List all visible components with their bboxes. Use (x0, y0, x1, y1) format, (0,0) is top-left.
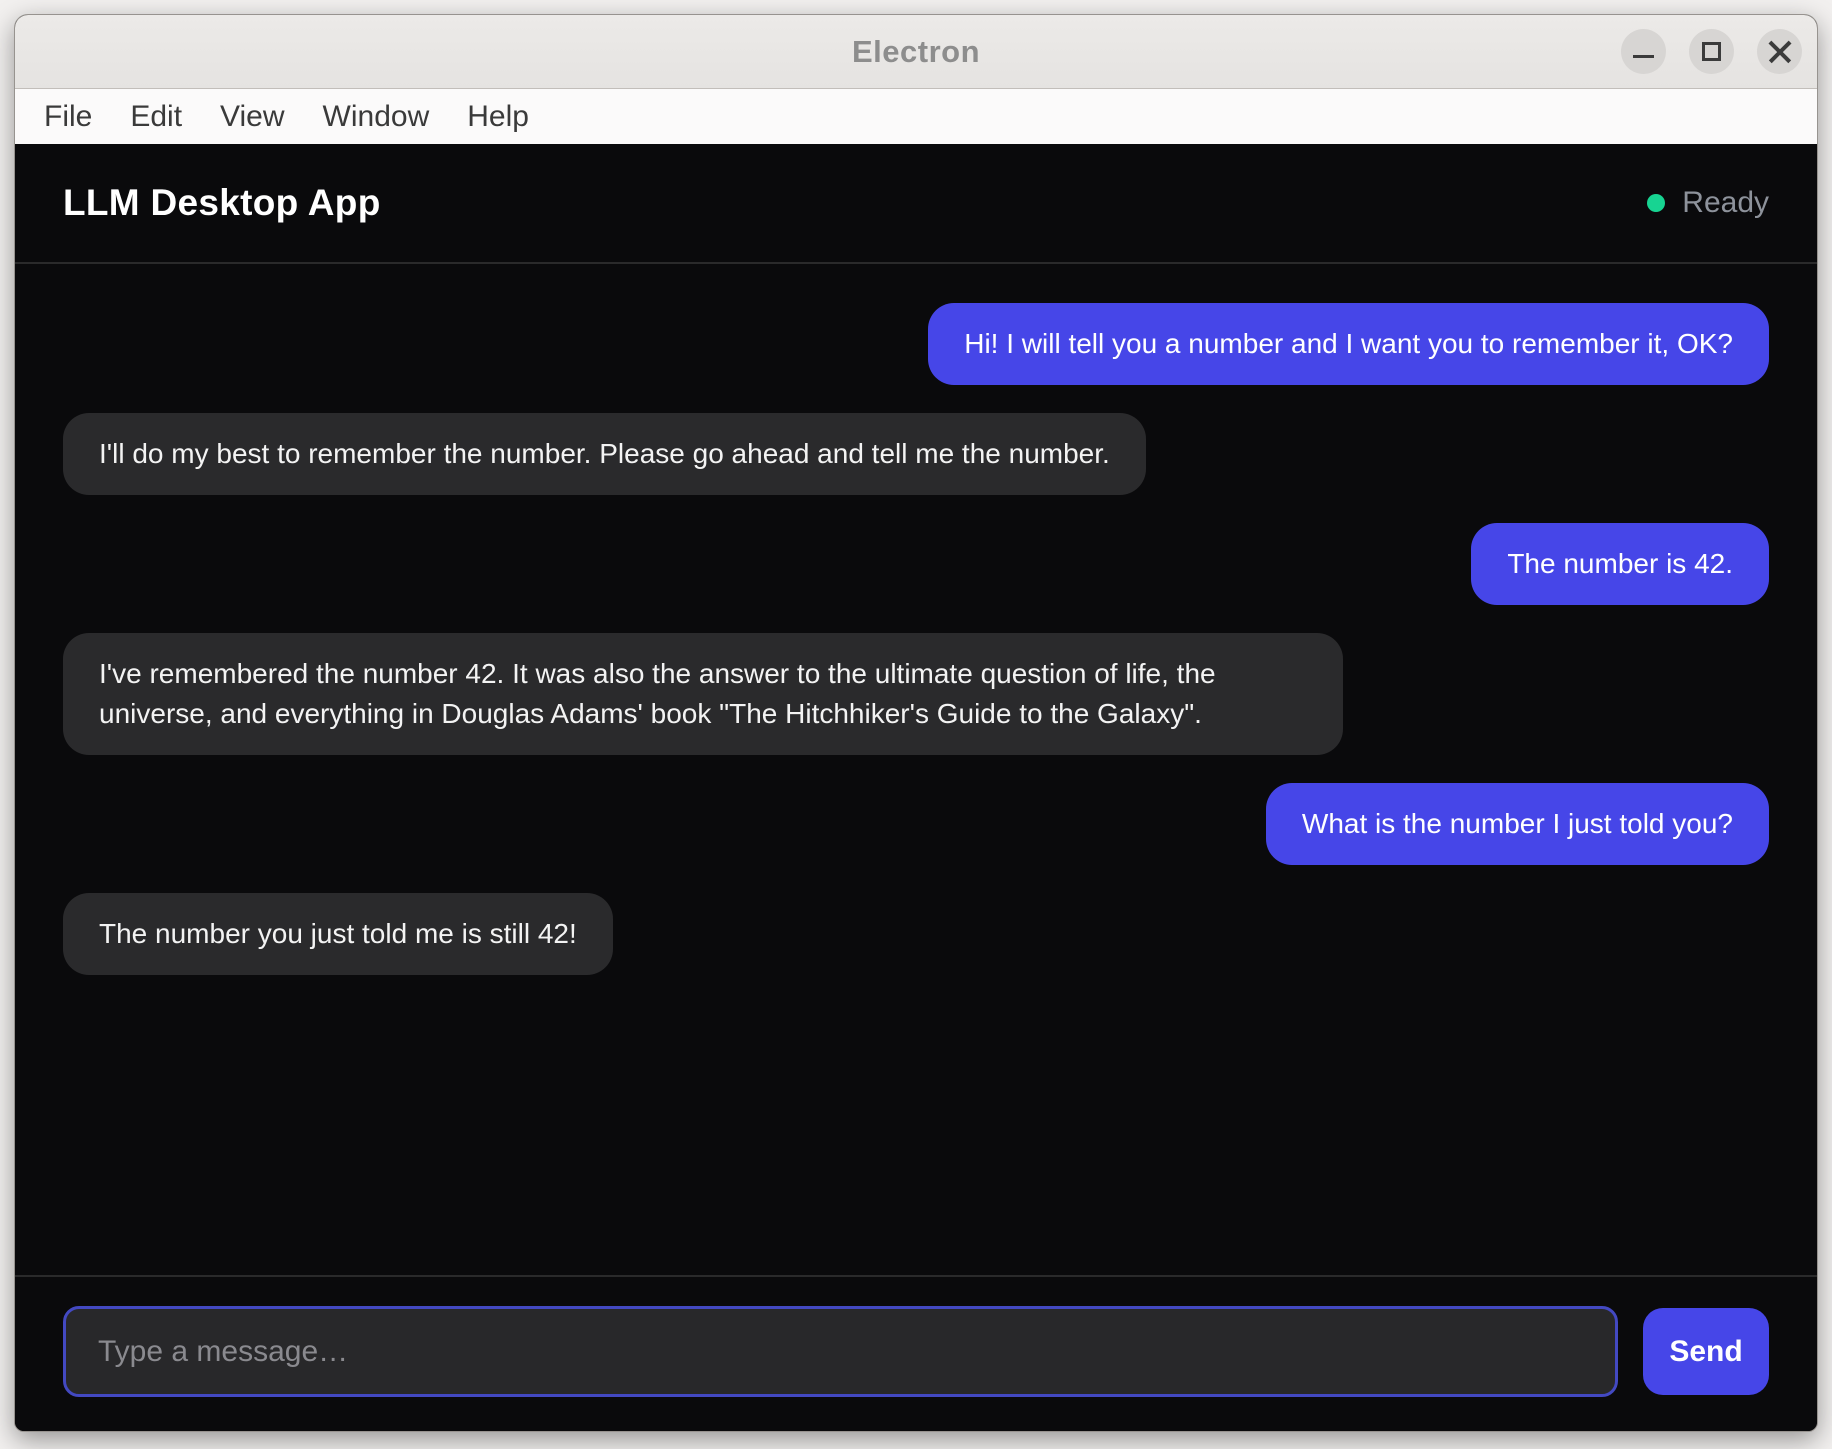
chat-message-list[interactable]: Hi! I will tell you a number and I want … (15, 264, 1817, 1275)
window-title: Electron (852, 34, 980, 70)
menu-bar: File Edit View Window Help (15, 89, 1817, 144)
minimize-icon (1633, 55, 1654, 58)
app-content: LLM Desktop App Ready Hi! I will tell yo… (15, 144, 1817, 1431)
status-label: Ready (1682, 186, 1769, 220)
chat-message-assistant: The number you just told me is still 42! (63, 893, 613, 975)
chat-message-user: What is the number I just told you? (1266, 783, 1769, 865)
chat-message-assistant: I'll do my best to remember the number. … (63, 413, 1146, 495)
menu-item-help[interactable]: Help (448, 89, 548, 144)
window-titlebar[interactable]: Electron (15, 15, 1817, 89)
close-button[interactable] (1757, 29, 1802, 74)
chat-message-user: The number is 42. (1471, 523, 1769, 605)
menu-item-file[interactable]: File (25, 89, 111, 144)
chat-message-user: Hi! I will tell you a number and I want … (928, 303, 1769, 385)
maximize-button[interactable] (1689, 29, 1734, 74)
window-controls (1621, 15, 1802, 88)
menu-item-edit[interactable]: Edit (111, 89, 201, 144)
message-composer: Send (15, 1275, 1817, 1431)
desktop-background: Electron File Edit View Window Help (0, 0, 1832, 1449)
app-header: LLM Desktop App Ready (15, 144, 1817, 264)
menu-item-view[interactable]: View (201, 89, 303, 144)
menu-item-window[interactable]: Window (304, 89, 449, 144)
close-icon (1768, 40, 1792, 64)
chat-message-assistant: I've remembered the number 42. It was al… (63, 633, 1343, 755)
electron-window: Electron File Edit View Window Help (14, 14, 1818, 1432)
page-title: LLM Desktop App (63, 182, 381, 224)
minimize-button[interactable] (1621, 29, 1666, 74)
message-input[interactable] (63, 1306, 1618, 1397)
status-dot-icon (1647, 194, 1665, 212)
send-button[interactable]: Send (1643, 1308, 1769, 1395)
status-indicator: Ready (1647, 186, 1769, 220)
maximize-icon (1702, 42, 1721, 61)
